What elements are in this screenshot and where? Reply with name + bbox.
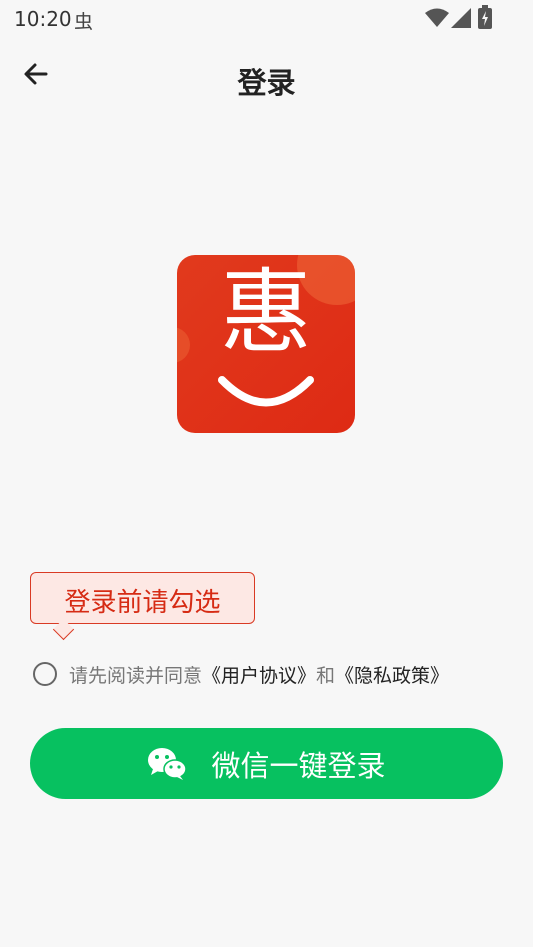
wechat-login-button[interactable]: 微信一键登录 <box>30 728 503 799</box>
wechat-login-label: 微信一键登录 <box>211 748 386 783</box>
page-title: 登录 <box>237 66 296 100</box>
header: 登录 <box>0 48 533 108</box>
status-bar: 10:20 虫 <box>0 0 533 36</box>
agreement-row: 请先阅读并同意《用户协议》和《隐私政策》 <box>33 657 449 691</box>
app-notification-icon: 虫 <box>74 11 94 33</box>
agreement-text: 请先阅读并同意《用户协议》和《隐私政策》 <box>69 661 449 688</box>
agree-checkbox[interactable] <box>33 662 57 686</box>
signal-icon <box>451 8 471 28</box>
smile-icon <box>218 376 314 407</box>
agree-tooltip: 登录前请勾选 <box>30 572 255 624</box>
privacy-policy-link[interactable]: 《隐私政策》 <box>335 665 449 687</box>
user-agreement-link[interactable]: 《用户协议》 <box>202 665 316 687</box>
tooltip-text: 登录前请勾选 <box>64 588 221 618</box>
wifi-icon <box>425 8 449 27</box>
wechat-icon <box>148 747 188 780</box>
status-time: 10:20 <box>14 7 72 31</box>
agreement-conjunction: 和 <box>316 664 336 687</box>
agreement-prefix: 请先阅读并同意 <box>69 664 203 687</box>
app-logo: 惠 <box>177 255 355 433</box>
battery-icon <box>478 5 492 29</box>
